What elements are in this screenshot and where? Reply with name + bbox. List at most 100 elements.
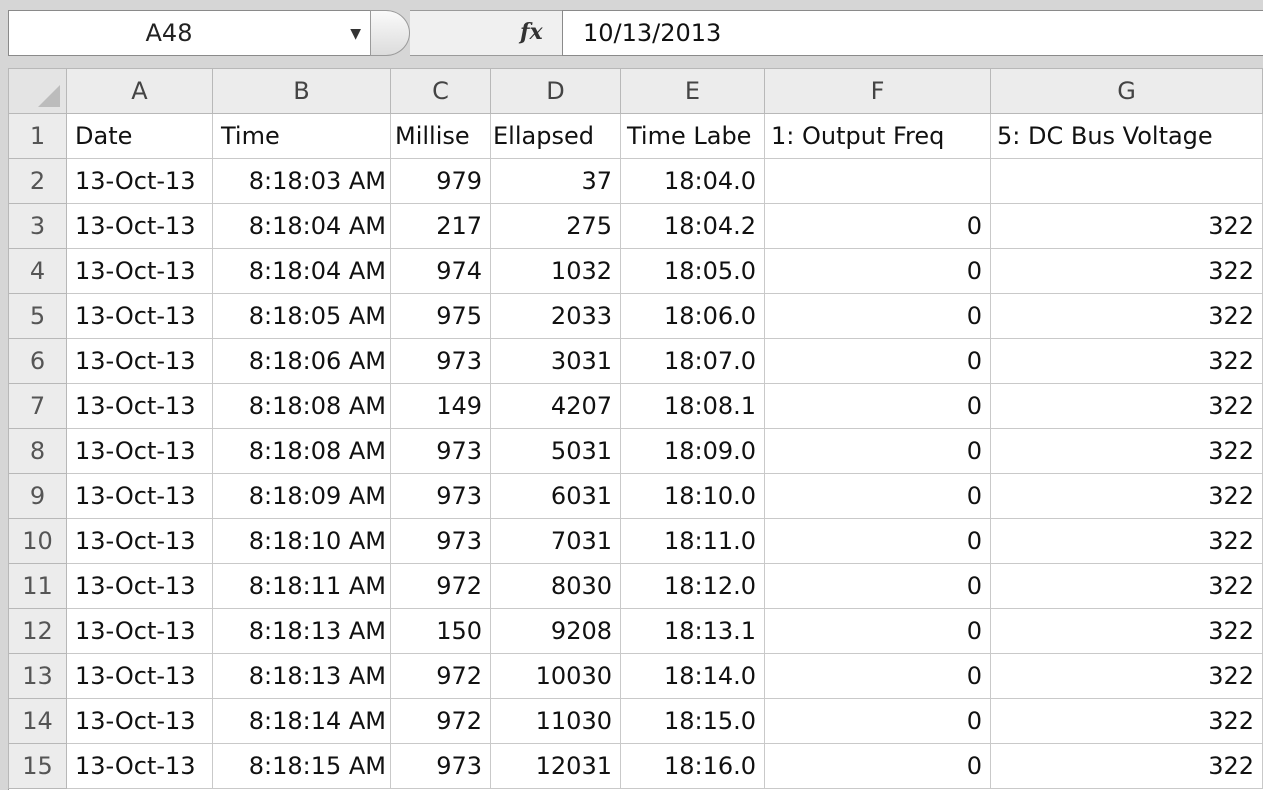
formula-input[interactable]: 10/13/2013 xyxy=(562,10,1263,56)
cell[interactable]: 8:18:09 AM xyxy=(212,473,391,519)
row-header[interactable]: 3 xyxy=(8,203,67,249)
cell[interactable]: 13-Oct-13 xyxy=(66,293,213,339)
column-header[interactable]: B xyxy=(212,68,391,114)
cell[interactable]: 2033 xyxy=(490,293,621,339)
cell[interactable]: 18:10.0 xyxy=(620,473,765,519)
row-header[interactable]: 9 xyxy=(8,473,67,519)
cell[interactable]: 13-Oct-13 xyxy=(66,158,213,204)
cell[interactable]: 322 xyxy=(990,383,1263,429)
cell[interactable]: 322 xyxy=(990,428,1263,474)
cell[interactable]: 13-Oct-13 xyxy=(66,428,213,474)
cell[interactable]: 8:18:11 AM xyxy=(212,563,391,609)
cell[interactable]: 322 xyxy=(990,698,1263,744)
row-header[interactable]: 2 xyxy=(8,158,67,204)
cell[interactable]: 0 xyxy=(764,248,991,294)
cell[interactable]: 0 xyxy=(764,203,991,249)
column-header[interactable]: F xyxy=(764,68,991,114)
cell[interactable]: 0 xyxy=(764,743,991,789)
cell[interactable]: 13-Oct-13 xyxy=(66,338,213,384)
cell[interactable]: 13-Oct-13 xyxy=(66,563,213,609)
row-header[interactable]: 13 xyxy=(8,653,67,699)
cell[interactable]: 0 xyxy=(764,428,991,474)
cell[interactable]: 18:06.0 xyxy=(620,293,765,339)
row-header[interactable]: 14 xyxy=(8,698,67,744)
cell[interactable]: 8:18:14 AM xyxy=(212,698,391,744)
row-header[interactable]: 12 xyxy=(8,608,67,654)
cell[interactable] xyxy=(990,158,1263,204)
cell[interactable]: 18:08.1 xyxy=(620,383,765,429)
column-header[interactable]: C xyxy=(390,68,491,114)
cell[interactable]: 13-Oct-13 xyxy=(66,473,213,519)
cell[interactable]: 7031 xyxy=(490,518,621,564)
cell[interactable]: 0 xyxy=(764,608,991,654)
cell[interactable]: 13-Oct-13 xyxy=(66,653,213,699)
cell[interactable]: 322 xyxy=(990,743,1263,789)
cell[interactable]: 18:07.0 xyxy=(620,338,765,384)
cell[interactable]: 322 xyxy=(990,518,1263,564)
cell[interactable]: 18:13.1 xyxy=(620,608,765,654)
cell[interactable]: Millise xyxy=(390,113,491,159)
cell[interactable]: 322 xyxy=(990,473,1263,519)
row-header[interactable]: 1 xyxy=(8,113,67,159)
row-header[interactable]: 10 xyxy=(8,518,67,564)
name-box[interactable]: A48 ▼ xyxy=(8,10,372,56)
column-header[interactable]: D xyxy=(490,68,621,114)
cell[interactable]: 322 xyxy=(990,653,1263,699)
row-header[interactable]: 6 xyxy=(8,338,67,384)
cell[interactable]: 18:04.2 xyxy=(620,203,765,249)
cell[interactable]: 8:18:04 AM xyxy=(212,248,391,294)
cell[interactable]: 5: DC Bus Voltage xyxy=(990,113,1263,159)
cell[interactable]: 217 xyxy=(390,203,491,249)
cell[interactable]: 4207 xyxy=(490,383,621,429)
chevron-down-icon[interactable]: ▼ xyxy=(350,11,361,55)
cell[interactable]: 973 xyxy=(390,473,491,519)
cell[interactable]: 8:18:03 AM xyxy=(212,158,391,204)
cell[interactable]: 973 xyxy=(390,743,491,789)
cell[interactable]: 322 xyxy=(990,608,1263,654)
cell[interactable]: 322 xyxy=(990,203,1263,249)
row-header[interactable]: 15 xyxy=(8,743,67,789)
cell[interactable]: 8:18:04 AM xyxy=(212,203,391,249)
cell[interactable]: 3031 xyxy=(490,338,621,384)
column-header[interactable]: E xyxy=(620,68,765,114)
cell[interactable]: 8030 xyxy=(490,563,621,609)
row-header[interactable]: 11 xyxy=(8,563,67,609)
cell[interactable]: 18:04.0 xyxy=(620,158,765,204)
cell[interactable]: Time Labe xyxy=(620,113,765,159)
cell[interactable]: 8:18:10 AM xyxy=(212,518,391,564)
cell[interactable]: 0 xyxy=(764,338,991,384)
cell[interactable]: 8:18:13 AM xyxy=(212,653,391,699)
cell[interactable]: 13-Oct-13 xyxy=(66,608,213,654)
cell[interactable]: 13-Oct-13 xyxy=(66,203,213,249)
cell[interactable]: 8:18:15 AM xyxy=(212,743,391,789)
cell[interactable]: 18:12.0 xyxy=(620,563,765,609)
cell[interactable]: 13-Oct-13 xyxy=(66,743,213,789)
formula-bar-resize-button[interactable] xyxy=(370,10,410,56)
cell[interactable]: 973 xyxy=(390,338,491,384)
cell[interactable]: 1032 xyxy=(490,248,621,294)
cell[interactable]: 11030 xyxy=(490,698,621,744)
cell[interactable]: 0 xyxy=(764,518,991,564)
cell[interactable]: 13-Oct-13 xyxy=(66,518,213,564)
cell[interactable]: 0 xyxy=(764,473,991,519)
cell[interactable]: Ellapsed xyxy=(490,113,621,159)
cell[interactable]: 1: Output Freq xyxy=(764,113,991,159)
cell[interactable]: 9208 xyxy=(490,608,621,654)
cell[interactable]: 275 xyxy=(490,203,621,249)
cell[interactable]: 972 xyxy=(390,653,491,699)
cell[interactable]: 322 xyxy=(990,248,1263,294)
cell[interactable]: 13-Oct-13 xyxy=(66,383,213,429)
cell[interactable]: 10030 xyxy=(490,653,621,699)
cell[interactable]: 150 xyxy=(390,608,491,654)
row-header[interactable]: 4 xyxy=(8,248,67,294)
cell[interactable]: 18:14.0 xyxy=(620,653,765,699)
cell[interactable]: 0 xyxy=(764,293,991,339)
cell[interactable]: Time xyxy=(212,113,391,159)
cell[interactable]: 0 xyxy=(764,383,991,429)
cell[interactable]: 37 xyxy=(490,158,621,204)
row-header[interactable]: 5 xyxy=(8,293,67,339)
cell[interactable]: 18:05.0 xyxy=(620,248,765,294)
cell[interactable]: 973 xyxy=(390,518,491,564)
cell[interactable]: 8:18:08 AM xyxy=(212,428,391,474)
cell[interactable]: 972 xyxy=(390,698,491,744)
